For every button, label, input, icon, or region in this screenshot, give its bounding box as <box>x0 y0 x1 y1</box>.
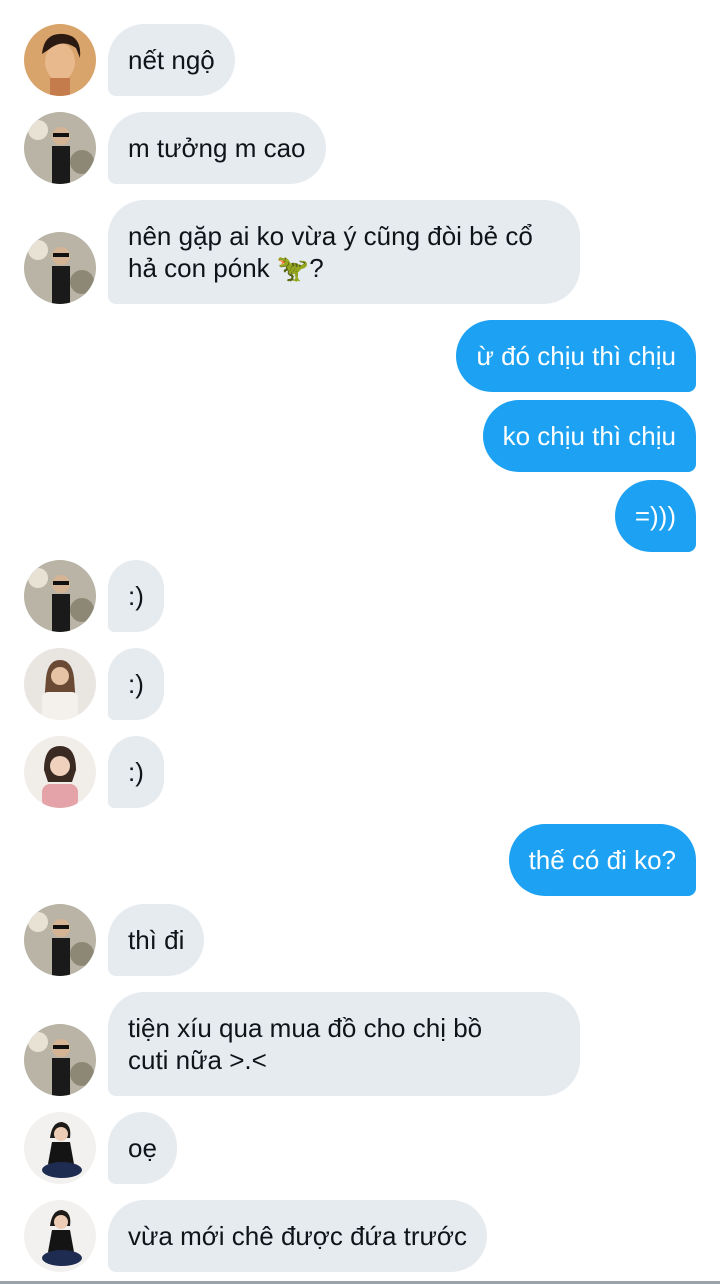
message-bubble[interactable]: thế có đi ko? <box>508 824 696 896</box>
message-bubble[interactable]: =))) <box>614 480 696 552</box>
avatar[interactable] <box>24 736 96 808</box>
avatar[interactable] <box>24 1200 96 1272</box>
avatar[interactable] <box>24 560 96 632</box>
avatar[interactable] <box>24 1112 96 1184</box>
message-bubble[interactable]: :) <box>108 560 164 632</box>
avatar[interactable] <box>24 112 96 184</box>
avatar[interactable] <box>24 1024 96 1096</box>
message-bubble[interactable]: oẹ <box>108 1112 177 1184</box>
avatar[interactable] <box>24 232 96 304</box>
message-bubble[interactable]: vừa mới chê được đứa trước <box>108 1200 487 1272</box>
avatar[interactable] <box>24 904 96 976</box>
message-bubble[interactable]: :) <box>108 736 164 808</box>
message-bubble[interactable]: m tưởng m cao <box>108 112 326 184</box>
message-bubble[interactable]: tiện xíu qua mua đồ cho chị bồ cuti nữa … <box>108 992 580 1096</box>
message-bubble[interactable]: nên gặp ai ko vừa ý cũng đòi bẻ cổ hả co… <box>108 200 580 304</box>
message-bubble[interactable]: ừ đó chịu thì chịu <box>456 320 696 392</box>
avatar[interactable] <box>24 24 96 96</box>
message-bubble[interactable]: nết ngộ <box>108 24 235 96</box>
message-bubble[interactable]: ko chịu thì chịu <box>482 400 696 472</box>
message-bubble[interactable]: :) <box>108 648 164 720</box>
message-bubble[interactable]: thì đi <box>108 904 205 976</box>
avatar[interactable] <box>24 648 96 720</box>
